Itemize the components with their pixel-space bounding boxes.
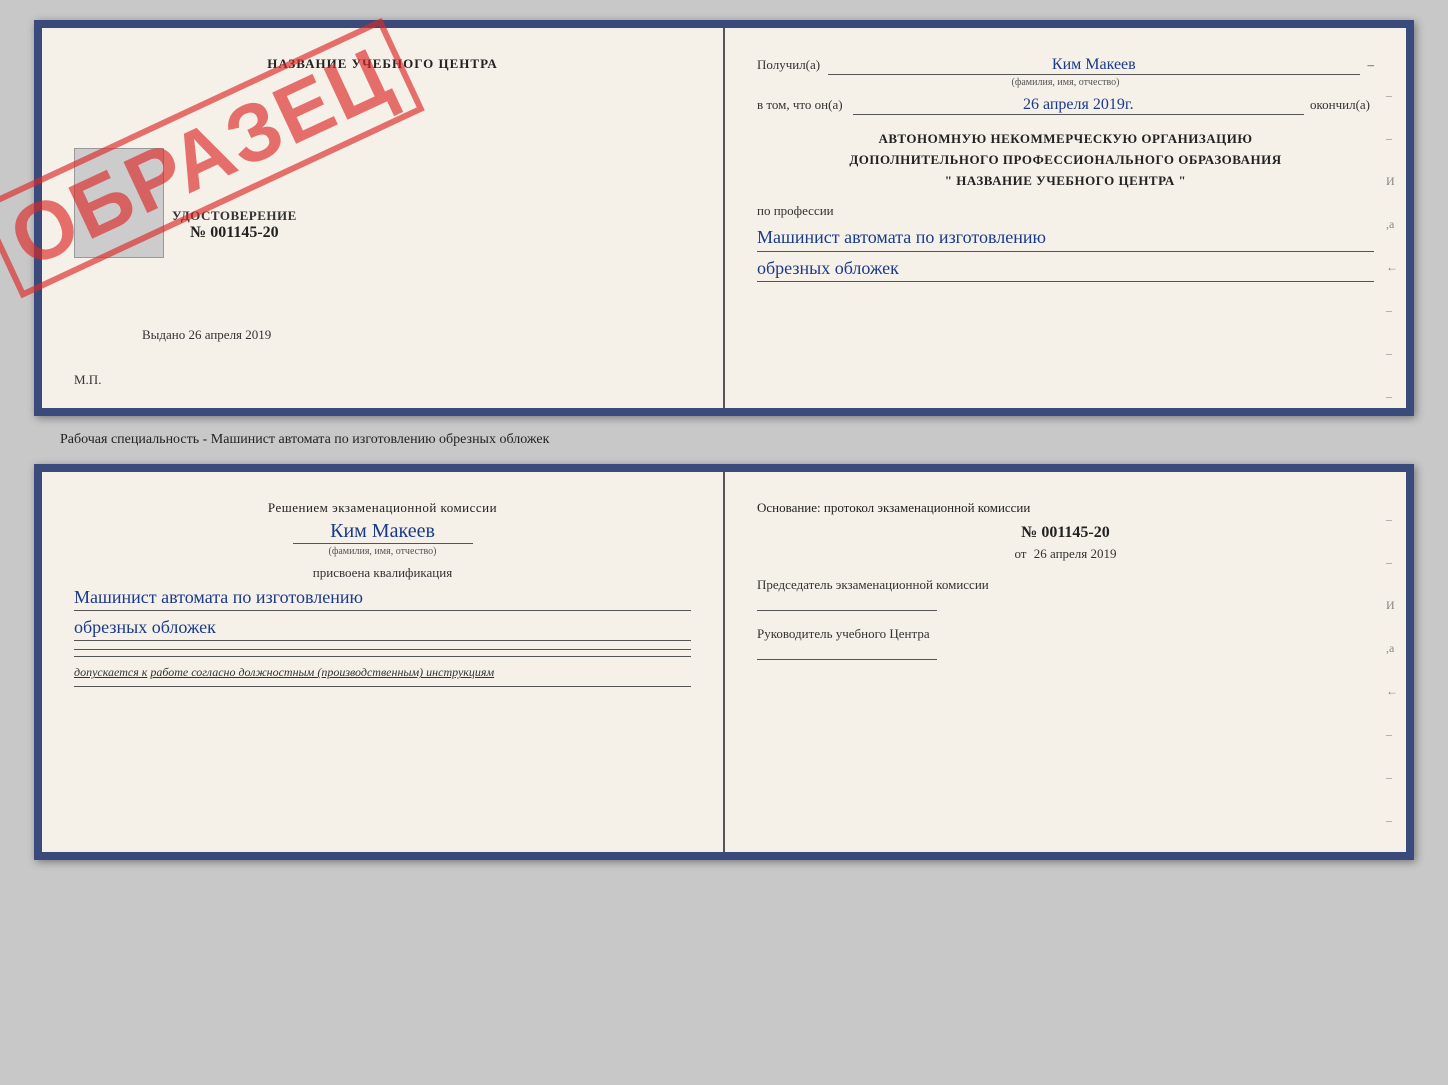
dopuskaetsya-line: допускается к работе согласно должностны… [74,665,691,680]
doc-bottom-right: Основание: протокол экзаменационной коми… [725,472,1406,852]
fio-subtitle-top: (фамилия, имя, отчество) [757,77,1374,88]
side-lines-bottom: – – И ,а ← – – – [1386,512,1398,828]
poluchil-name: Ким Макеев [828,56,1359,75]
dopuskaetsya-value: работе согласно должностным (производств… [150,665,494,679]
profession-line1: Машинист автомата по изготовлению [757,225,1374,251]
fio-subtitle-bottom: (фамилия, имя, отчество) [74,546,691,557]
rukovoditel-block: Руководитель учебного Центра [757,625,1374,660]
protocol-number: № 001145-20 [757,524,1374,542]
side-dash-4: – [1386,346,1398,361]
bside-dash-a: ,а [1386,641,1398,656]
document-top: НАЗВАНИЕ УЧЕБНОГО ЦЕНТРА ОБРАЗЕЦ УДОСТОВ… [34,20,1414,416]
predsedatel-label: Председатель экзаменационной комиссии [757,576,1374,594]
extra-line-2 [74,656,691,657]
v-tom-line: в том, что он(а) 26 апреля 2019г. окончи… [757,96,1374,115]
bottom-name-line: Ким Макеев [74,520,691,544]
side-dash-5: – [1386,389,1398,404]
org-line3: " НАЗВАНИЕ УЧЕБНОГО ЦЕНТРА " [757,171,1374,192]
predsedatel-block: Председатель экзаменационной комиссии [757,576,1374,611]
resolution-title: Решением экзаменационной комиссии [74,500,691,516]
side-dash-3: – [1386,303,1398,318]
bside-dash-4: – [1386,770,1398,785]
mp-label: М.П. [74,372,101,388]
osnovanie-label: Основание: протокол экзаменационной коми… [757,500,1374,516]
extra-line-3 [74,686,691,687]
side-dash-arrow: ← [1386,260,1398,275]
qual-line1: Машинист автомата по изготовлению [74,585,691,611]
doc-top-left: НАЗВАНИЕ УЧЕБНОГО ЦЕНТРА ОБРАЗЕЦ УДОСТОВ… [42,28,725,408]
predsedatel-sig-line [757,610,937,611]
okonchil-label: окончил(а) [1310,97,1370,113]
bside-dash-1: – [1386,512,1398,527]
obrazec-stamp: ОБРАЗЕЦ [62,58,342,258]
poluchil-line: Получил(а) Ким Макеев – [757,56,1374,75]
protocol-date-value: 26 апреля 2019 [1034,546,1117,561]
side-dash-2: – [1386,131,1398,146]
dopuskaetsya-label: допускается к [74,665,147,679]
rukovoditel-label: Руководитель учебного Центра [757,625,1374,643]
side-dash-a: ,а [1386,217,1398,232]
profession-line2: обрезных обложек [757,256,1374,282]
doc-bottom-left: Решением экзаменационной комиссии Ким Ма… [42,472,725,852]
protocol-date: от 26 апреля 2019 [757,546,1374,562]
bside-dash-arrow: ← [1386,684,1398,699]
dash1: – [1368,57,1375,73]
org-block: АВТОНОМНУЮ НЕКОММЕРЧЕСКУЮ ОРГАНИЗАЦИЮ ДО… [757,129,1374,191]
v-tom-label: в том, что он(а) [757,97,843,113]
qual-line2: обрезных обложек [74,615,691,641]
prisvoena-label: присвоена квалификация [74,565,691,581]
side-lines-top: – – И ,а ← – – – [1386,88,1398,404]
doc-top-right: Получил(а) Ким Макеев – (фамилия, имя, о… [725,28,1406,408]
side-dash-И: И [1386,174,1398,189]
ot-label: от [1014,546,1026,561]
obrazec-text: ОБРАЗЕЦ [0,18,425,299]
extra-line-1 [74,649,691,650]
vydano-line: Выдано 26 апреля 2019 [142,327,271,343]
bside-dash-5: – [1386,813,1398,828]
org-line2: ДОПОЛНИТЕЛЬНОГО ПРОФЕССИОНАЛЬНОГО ОБРАЗО… [757,150,1374,171]
bottom-name: Ким Макеев [293,520,473,544]
org-line1: АВТОНОМНУЮ НЕКОММЕРЧЕСКУЮ ОРГАНИЗАЦИЮ [757,129,1374,150]
po-professii-label: по профессии [757,203,1374,219]
caption-line: Рабочая специальность - Машинист автомат… [20,432,549,448]
bside-dash-И: И [1386,598,1398,613]
bside-dash-2: – [1386,555,1398,570]
rukovoditel-sig-line [757,659,937,660]
document-bottom: Решением экзаменационной комиссии Ким Ма… [34,464,1414,860]
poluchil-label: Получил(а) [757,57,820,73]
bside-dash-3: – [1386,727,1398,742]
side-dash-1: – [1386,88,1398,103]
date-value: 26 апреля 2019г. [853,96,1304,115]
